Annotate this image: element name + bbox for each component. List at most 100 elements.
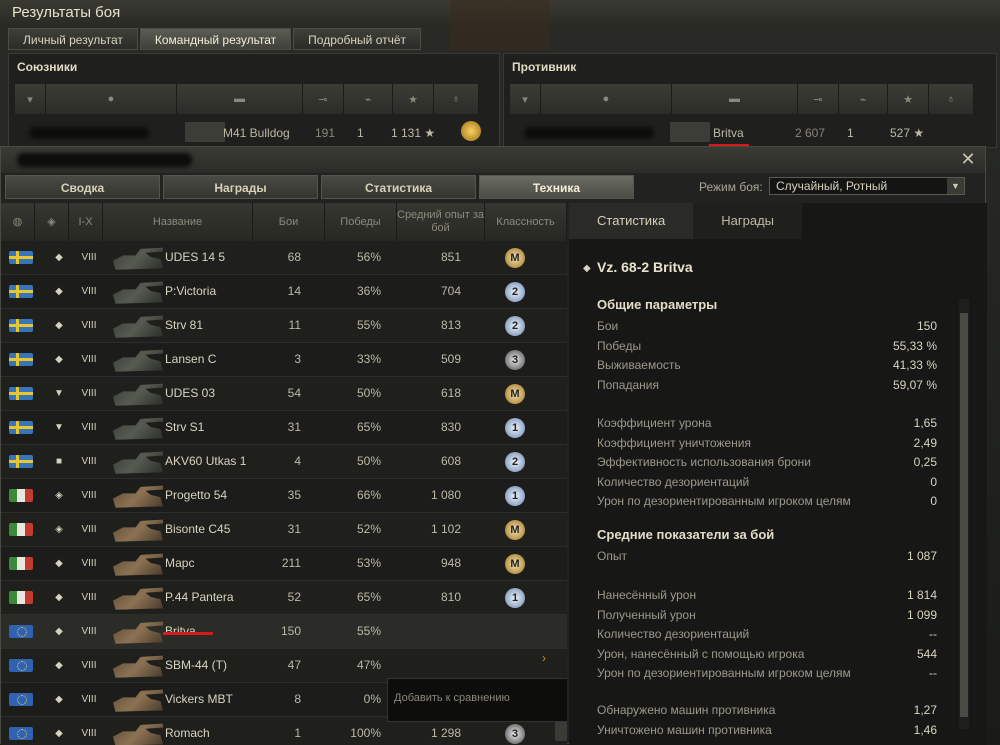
kills-icon[interactable]: ⌁ <box>839 84 888 114</box>
wins-cell: 56% <box>356 250 381 264</box>
battles-cell: 14 <box>287 284 301 298</box>
tank-icon <box>185 122 225 142</box>
avg-xp-cell: 618 <box>440 386 461 400</box>
stat-value: 1 099 <box>906 607 937 622</box>
mastery-column-header[interactable]: Классность <box>485 203 567 241</box>
enemy-damage: 2 607 <box>795 126 826 140</box>
tank-icon <box>113 519 163 542</box>
wins-cell: 50% <box>356 386 381 400</box>
table-row[interactable]: ◆ VIII P.44 Pantera 52 65% 810 1 <box>1 581 567 615</box>
app-title: Результаты боя <box>12 4 121 21</box>
player-icon[interactable]: ● <box>541 84 672 114</box>
mastery-badge-icon: M <box>505 520 525 540</box>
mastery-badge-icon: M <box>505 248 525 268</box>
table-row[interactable]: ◆ VIII Марс 211 53% 948 M <box>1 547 567 581</box>
nation-column-icon[interactable]: ◍ <box>1 203 35 241</box>
vehicle-name: Progetto 54 <box>165 488 228 502</box>
stat-value: 41,33 % <box>892 358 937 372</box>
wins-column-header[interactable]: Победы <box>325 203 397 241</box>
table-row[interactable]: ◆ VIII Britva 150 55% <box>1 615 567 649</box>
close-icon[interactable]: ✕ <box>959 150 977 168</box>
player-icon[interactable]: ● <box>46 84 177 114</box>
kills-icon[interactable]: ⌁ <box>344 84 393 114</box>
tier-column-header[interactable]: I-X <box>69 203 103 241</box>
type-column-icon[interactable]: ◈ <box>35 203 69 241</box>
vehicle-title: Vz. 68-2 Britva <box>597 259 693 275</box>
damage-icon[interactable]: ⊸ <box>303 84 344 114</box>
avg-xp-cell <box>405 615 461 648</box>
mastery-badge-icon: 2 <box>505 282 525 302</box>
dropdown-arrow-icon[interactable]: ▼ <box>947 178 964 194</box>
vehicle-icon[interactable]: ▬ <box>672 84 798 114</box>
xp-sort-icon[interactable]: ★ <box>393 84 434 114</box>
tab-awards[interactable]: Награды <box>163 175 318 199</box>
wins-cell: 65% <box>356 590 381 604</box>
tab-details-awards[interactable]: Награды <box>693 203 803 239</box>
vehicle-type-icon: ◆ <box>55 320 63 331</box>
enemy-player-row[interactable]: Britva 2 607 1 527 ★ <box>510 118 990 148</box>
avg-xp-column-header[interactable]: Средний опыт за бой <box>397 203 485 241</box>
tab-details-statistics[interactable]: Статистика <box>569 203 694 239</box>
nation-flag-icon <box>9 557 33 570</box>
tank-icon <box>113 689 163 712</box>
nation-flag-icon <box>9 251 33 264</box>
table-row[interactable]: ◈ VIII Bisonte C45 31 52% 1 102 M <box>1 513 567 547</box>
battles-column-header[interactable]: Бои <box>253 203 325 241</box>
nation-flag-icon <box>9 387 33 400</box>
mastery-badge-icon: M <box>505 554 525 574</box>
tab-summary[interactable]: Сводка <box>5 175 160 199</box>
stat-row: Бои 150 <box>597 319 937 338</box>
table-row[interactable]: ◈ VIII Progetto 54 35 66% 1 080 1 <box>1 479 567 513</box>
tier-cell: VIII <box>81 354 97 365</box>
details-scrollbar[interactable] <box>959 299 969 729</box>
tier-cell: VIII <box>81 388 97 399</box>
wins-cell: 47% <box>356 658 381 672</box>
table-row[interactable]: ◆ VIII Lansen C 3 33% 509 3 <box>1 343 567 377</box>
table-row[interactable]: ▼ VIII Strv S1 31 65% 830 1 <box>1 411 567 445</box>
rank-icon[interactable]: ▾ <box>510 84 541 114</box>
tier-cell: VIII <box>81 592 97 603</box>
scrollbar-thumb[interactable] <box>960 313 968 717</box>
tab-statistics[interactable]: Статистика <box>321 175 476 199</box>
battles-cell: 68 <box>287 250 301 264</box>
rank-icon[interactable]: ▾ <box>15 84 46 114</box>
add-to-compare-item[interactable]: Добавить к сравнению <box>394 687 510 709</box>
wins-cell: 0% <box>363 692 381 706</box>
table-row[interactable]: ◆ VIII UDES 14 5 68 56% 851 M <box>1 241 567 275</box>
stat-value: -- <box>929 627 937 641</box>
mastery-badge-icon: M <box>505 384 525 404</box>
damage-icon[interactable]: ⊸ <box>798 84 839 114</box>
stat-row: Коэффициент урона 1,65 <box>597 416 937 435</box>
tab-personal-result[interactable]: Личный результат <box>8 28 138 50</box>
xp-sort-icon[interactable]: ★ <box>888 84 929 114</box>
vehicle-type-icon: ◆ <box>55 728 63 739</box>
medal-icon[interactable]: ♁ <box>929 84 974 114</box>
stat-value: 1 087 <box>906 549 937 563</box>
table-header: ◍ ◈ I-X Название Бои Победы Средний опыт… <box>1 203 567 242</box>
tank-icon <box>113 621 163 644</box>
tab-detailed-report[interactable]: Подробный отчёт <box>293 28 422 50</box>
vehicle-type-icon: ◆ <box>55 660 63 671</box>
medal-icon[interactable]: ♁ <box>434 84 479 114</box>
avg-xp-cell: 509 <box>440 352 461 366</box>
vehicle-type-icon: ◆ <box>55 558 63 569</box>
enemies-panel: Противник ▾ ● ▬ ⊸ ⌁ ★ ♁ Britva 2 607 1 5… <box>503 53 997 148</box>
name-column-header[interactable]: Название <box>103 203 253 241</box>
battle-mode-select[interactable]: Случайный, Ротный ▼ <box>769 177 965 195</box>
tab-vehicles[interactable]: Техника <box>479 175 634 199</box>
stat-row: Количество дезориентаций 0 <box>597 475 937 494</box>
nation-flag-icon <box>9 421 33 434</box>
tier-cell: VIII <box>81 558 97 569</box>
stat-value: 55,33 % <box>892 338 937 353</box>
row-arrow-icon[interactable]: › <box>542 651 546 665</box>
tab-team-result[interactable]: Командный результат <box>139 28 292 50</box>
nation-flag-icon <box>9 659 33 672</box>
table-row[interactable]: ◆ VIII P:Victoria 14 36% 704 2 <box>1 275 567 309</box>
stat-label: Выживаемость <box>597 358 681 372</box>
vehicle-icon[interactable]: ▬ <box>177 84 303 114</box>
ally-player-row[interactable]: M41 Bulldog 191 1 1 131 ★ <box>15 118 493 148</box>
table-row[interactable]: ◆ VIII Strv 81 11 55% 813 2 <box>1 309 567 343</box>
table-row[interactable]: ■ VIII AKV60 Utkas 1 4 50% 608 2 <box>1 445 567 479</box>
table-row[interactable]: ▼ VIII UDES 03 54 50% 618 M <box>1 377 567 411</box>
stat-row: Полученный урон 1 099 <box>597 608 937 627</box>
